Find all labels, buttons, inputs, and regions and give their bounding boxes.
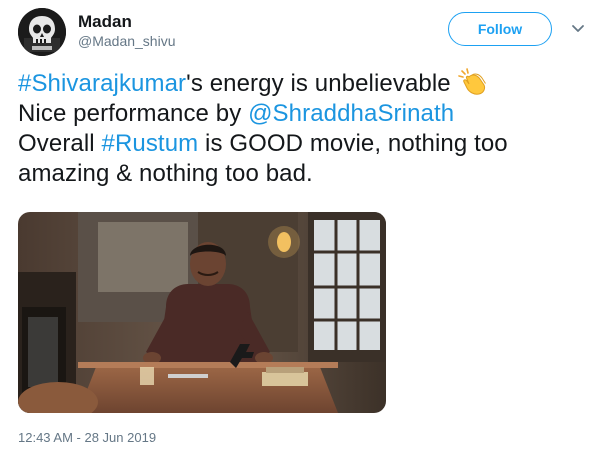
tweet-line: #Shivarajkumar's energy is unbelievable — [18, 68, 593, 99]
hashtag-link[interactable]: #Shivarajkumar — [18, 70, 186, 97]
skull-icon — [18, 8, 66, 56]
tweet-line: Overall #Rustum is GOOD movie, nothing t… — [18, 129, 593, 159]
tweet-timestamp[interactable]: 12:43 AM - 28 Jun 2019 — [18, 430, 156, 445]
chevron-down-icon[interactable] — [568, 18, 588, 38]
follow-button[interactable]: Follow — [448, 12, 552, 46]
tweet-text-segment: amazing & nothing too bad. — [18, 160, 313, 187]
user-handle[interactable]: @Madan_shivu — [78, 33, 176, 49]
hashtag-link[interactable]: #Rustum — [102, 130, 199, 157]
user-avatar[interactable] — [18, 8, 66, 56]
tweet-line: amazing & nothing too bad. — [18, 159, 593, 189]
tweet-text-segment: is GOOD movie, nothing too — [198, 130, 508, 157]
display-name[interactable]: Madan — [78, 12, 132, 32]
clapping-hands-icon — [457, 68, 487, 96]
tweet-text-segment: Overall — [18, 130, 102, 157]
tweet-line: Nice performance by @ShraddhaSrinath — [18, 99, 593, 129]
tweet-photo[interactable] — [18, 212, 386, 413]
mention-link[interactable]: @ShraddhaSrinath — [248, 100, 454, 127]
tweet-text-segment: 's energy is unbelievable — [186, 70, 451, 97]
tweet-text-segment: Nice performance by — [18, 100, 249, 127]
tweet-text: #Shivarajkumar's energy is unbelievable … — [18, 68, 593, 189]
tweet-card: Madan @Madan_shivu Follow #Shivarajkumar… — [0, 0, 600, 450]
movie-still-image — [18, 212, 386, 413]
